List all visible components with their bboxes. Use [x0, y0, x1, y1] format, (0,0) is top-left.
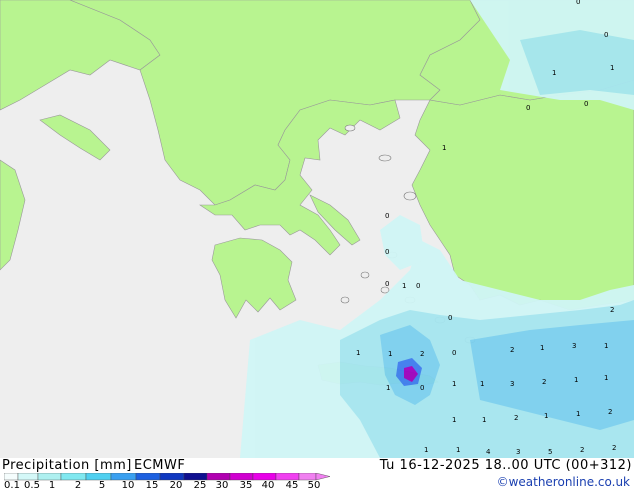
scale-tick-label: 0.5	[24, 480, 40, 491]
color-swatch	[206, 473, 231, 481]
color-swatch	[110, 473, 137, 481]
color-swatch	[159, 473, 185, 481]
value-label: 1	[482, 416, 486, 424]
value-label: 2	[612, 444, 616, 452]
value-label: 2	[514, 414, 518, 422]
color-swatch	[135, 473, 161, 481]
forecast-datetime: Tu 16-12-2025 18..00 UTC (00+312)	[379, 458, 632, 473]
value-label: 1	[574, 376, 578, 384]
value-label: 1	[452, 380, 456, 388]
value-label: 2	[420, 350, 424, 358]
color-swatch	[60, 473, 87, 481]
value-label: 2	[542, 378, 546, 386]
map-footer: Precipitation [mm] ECMWF Tu 16-12-2025 1…	[0, 458, 634, 492]
value-label: 1	[356, 349, 360, 357]
scale-overflow-arrow	[315, 473, 331, 481]
scale-tick-label: 25	[193, 480, 207, 491]
value-label: 1	[610, 64, 614, 72]
value-label: 0	[452, 349, 456, 357]
value-label: 4	[486, 448, 491, 456]
value-label: 1	[456, 446, 460, 454]
value-label: 1	[544, 412, 548, 420]
color-swatch	[229, 473, 254, 481]
value-label: 0	[420, 384, 424, 392]
value-label: 1	[402, 282, 406, 290]
value-label: 0	[576, 0, 580, 6]
value-label: 0	[385, 280, 389, 288]
precipitation-map[interactable]: 0 0 1 1 0 0 1 0 0 0 1 0 0 1 1 2 0 2 1 3 …	[0, 0, 634, 458]
scale-tick-label: 0.1	[4, 480, 20, 491]
value-label: 1	[388, 350, 392, 358]
value-label: 2	[510, 346, 514, 354]
credit-link[interactable]: ©weatheronline.co.uk	[497, 475, 630, 489]
value-label: 2	[608, 408, 612, 416]
value-label: 0	[416, 282, 420, 290]
scale-tick-label: 1	[48, 480, 56, 491]
value-label: 2	[610, 306, 614, 314]
scale-tick-label: 35	[239, 480, 253, 491]
color-swatch	[85, 473, 112, 481]
scale-tick-label: 5	[98, 480, 106, 491]
color-swatch	[298, 473, 317, 481]
color-swatch	[275, 473, 300, 481]
value-label: 1	[604, 374, 608, 382]
value-label: 0	[526, 104, 530, 112]
value-label: 1	[442, 144, 446, 152]
color-scale-labels: 0.1 0.5 1 2 5 10 15 20 25 30 35 40 45 50	[0, 480, 340, 492]
value-label: 0	[584, 100, 588, 108]
color-swatch	[17, 473, 39, 481]
value-label: 1	[452, 416, 456, 424]
scale-tick-label: 30	[215, 480, 229, 491]
color-swatch	[183, 473, 208, 481]
scale-tick-label: 45	[285, 480, 299, 491]
scale-tick-label: 2	[74, 480, 82, 491]
value-label: 0	[604, 31, 608, 39]
value-label: 1	[424, 446, 428, 454]
color-swatch	[4, 473, 19, 481]
value-label: 1	[386, 384, 390, 392]
value-label: 0	[385, 212, 389, 220]
scale-tick-label: 40	[261, 480, 275, 491]
value-label: 5	[548, 448, 552, 456]
value-label: 1	[604, 342, 608, 350]
model-name: ECMWF	[134, 458, 186, 473]
scale-tick-label: 15	[145, 480, 159, 491]
value-label: 1	[552, 69, 556, 77]
scale-tick-label: 20	[169, 480, 183, 491]
color-swatch	[252, 473, 277, 481]
value-label: 3	[516, 448, 520, 456]
value-label: 3	[510, 380, 514, 388]
value-label: 1	[480, 380, 484, 388]
map-title: Precipitation [mm]	[2, 458, 132, 473]
value-label: 1	[540, 344, 544, 352]
value-label: 0	[385, 248, 389, 256]
value-label: 0	[448, 314, 452, 322]
scale-tick-label: 10	[121, 480, 135, 491]
scale-tick-label: 50	[307, 480, 321, 491]
value-label: 3	[572, 342, 576, 350]
color-swatch	[37, 473, 62, 481]
value-label: 1	[576, 410, 580, 418]
value-label: 2	[580, 446, 584, 454]
